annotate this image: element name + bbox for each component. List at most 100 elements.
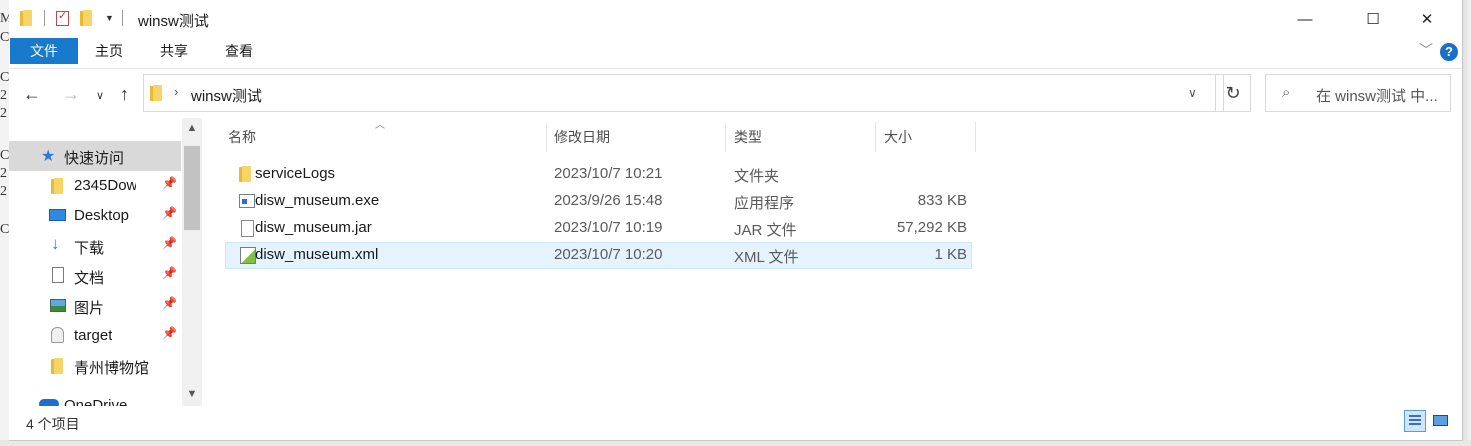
pin-icon: 📌 bbox=[162, 296, 177, 310]
sidebar-item-target[interactable]: target 📌 bbox=[9, 321, 181, 351]
close-button[interactable]: ✕ bbox=[1404, 0, 1450, 38]
help-icon[interactable]: ? bbox=[1440, 43, 1458, 61]
sidebar-item-label: 图片 bbox=[74, 300, 105, 317]
picture-icon bbox=[50, 299, 66, 312]
column-header-size[interactable]: 大小 bbox=[884, 122, 912, 152]
recent-locations-chevron-icon[interactable]: ∨ bbox=[96, 89, 104, 102]
close-icon: ✕ bbox=[1420, 11, 1434, 28]
breadcrumb-chevron-icon[interactable]: › bbox=[174, 84, 178, 99]
sidebar-item-desktop[interactable]: Desktop 📌 bbox=[9, 201, 181, 231]
table-row[interactable]: disw_museum.exe 2023/9/26 15:48 应用程序 833… bbox=[225, 188, 972, 215]
exe-icon bbox=[239, 194, 255, 208]
window-title: winsw测试 bbox=[138, 13, 209, 30]
bg-char: 2 bbox=[0, 166, 7, 181]
sidebar-item-pictures[interactable]: 图片 📌 bbox=[9, 291, 181, 321]
user-folder-icon bbox=[51, 327, 64, 343]
column-header-date[interactable]: 修改日期 bbox=[554, 122, 610, 152]
bg-char: 2 bbox=[0, 184, 7, 199]
file-icon bbox=[241, 220, 254, 237]
scroll-down-chevron-icon[interactable]: ▼ bbox=[182, 388, 202, 400]
search-placeholder: 在 winsw测试 中... bbox=[1316, 88, 1438, 105]
pin-icon: 📌 bbox=[162, 266, 177, 280]
breadcrumb[interactable]: winsw测试 bbox=[191, 85, 262, 106]
star-icon: ★ bbox=[41, 148, 56, 165]
large-icons-view-button[interactable] bbox=[1430, 410, 1452, 432]
file-size: 57,292 KB bbox=[896, 219, 967, 236]
minimize-icon: — bbox=[1297, 10, 1313, 28]
column-divider[interactable] bbox=[546, 122, 547, 152]
sidebar-item-quick-access[interactable]: ★ 快速访问 bbox=[9, 141, 181, 171]
sidebar-item-label: Desktop bbox=[74, 207, 130, 224]
address-bar[interactable]: › winsw测试 ∨ bbox=[143, 74, 1224, 112]
scrollbar-thumb[interactable] bbox=[184, 146, 200, 230]
new-folder-icon[interactable] bbox=[80, 10, 94, 26]
bg-char: C bbox=[0, 222, 10, 237]
sidebar-item-onedrive[interactable]: OneDrive bbox=[9, 391, 181, 406]
nav-scrollbar[interactable]: ▲ ▼ bbox=[182, 118, 202, 406]
pin-icon: 📌 bbox=[162, 236, 177, 250]
bg-char: 2 bbox=[0, 88, 7, 103]
file-date: 2023/10/7 10:19 bbox=[554, 219, 663, 236]
tab-file[interactable]: 文件 bbox=[10, 38, 78, 64]
sidebar-item-label: 快速访问 bbox=[64, 150, 125, 167]
explorer-window: ▼ winsw测试 — ☐ ✕ 文件 主页 共享 查看 ﹀ ? ← → ∨ ↑ … bbox=[9, 0, 1463, 441]
scroll-up-chevron-icon[interactable]: ▲ bbox=[182, 122, 202, 134]
download-icon: ↓ bbox=[51, 234, 60, 253]
xml-icon bbox=[240, 247, 256, 264]
sort-ascending-icon: ︿ bbox=[375, 120, 385, 131]
sidebar-item-downloads[interactable]: ↓ 下载 📌 bbox=[9, 231, 181, 261]
navigation-pane: ★ 快速访问 2345Downlo 📌 Desktop 📌 ↓ 下载 📌 文档 … bbox=[9, 118, 202, 406]
folder-icon bbox=[51, 178, 65, 194]
column-divider[interactable] bbox=[875, 122, 876, 152]
up-arrow-icon[interactable]: ↑ bbox=[120, 84, 129, 105]
sidebar-item-label: 2345Downlo bbox=[74, 177, 136, 194]
maximize-button[interactable]: ☐ bbox=[1350, 0, 1396, 38]
customize-toolbar-chevron-icon[interactable]: ▼ bbox=[105, 13, 114, 23]
cloud-icon bbox=[39, 399, 59, 406]
file-type: 文件夹 bbox=[734, 168, 780, 185]
file-name: disw_museum.exe bbox=[255, 192, 380, 209]
column-divider[interactable] bbox=[975, 122, 976, 152]
divider bbox=[44, 10, 45, 26]
document-icon bbox=[52, 267, 64, 283]
sidebar-item-documents[interactable]: 文档 📌 bbox=[9, 261, 181, 291]
column-divider[interactable] bbox=[725, 122, 726, 152]
file-date: 2023/9/26 15:48 bbox=[554, 192, 663, 209]
sidebar-item-label: target bbox=[74, 327, 113, 344]
sidebar-item-2345downloads[interactable]: 2345Downlo 📌 bbox=[9, 171, 181, 201]
details-view-icon bbox=[1409, 415, 1421, 427]
folder-icon bbox=[239, 166, 253, 182]
sidebar-item-qingzhou-museum[interactable]: 青州博物馆 bbox=[9, 351, 181, 381]
item-count: 4 个项目 bbox=[26, 416, 80, 432]
bg-char: C bbox=[0, 30, 10, 45]
exe-icon-mark bbox=[242, 199, 247, 204]
file-name: disw_museum.jar bbox=[255, 219, 372, 236]
file-size: 1 KB bbox=[934, 246, 967, 263]
ribbon: 文件 主页 共享 查看 ﹀ ? bbox=[9, 38, 1462, 69]
search-input[interactable]: ⌕ 在 winsw测试 中... bbox=[1265, 74, 1451, 112]
tab-view[interactable]: 查看 bbox=[225, 38, 253, 64]
tab-home[interactable]: 主页 bbox=[95, 38, 123, 64]
file-date: 2023/10/7 10:21 bbox=[554, 165, 663, 182]
forward-arrow-icon[interactable]: → bbox=[62, 84, 80, 105]
table-row[interactable]: serviceLogs 2023/10/7 10:21 文件夹 bbox=[225, 161, 972, 188]
details-view-button[interactable] bbox=[1404, 410, 1426, 432]
pin-icon: 📌 bbox=[162, 176, 177, 190]
table-row[interactable]: disw_museum.jar 2023/10/7 10:19 JAR 文件 5… bbox=[225, 215, 972, 242]
column-header-type[interactable]: 类型 bbox=[734, 122, 762, 152]
properties-icon[interactable] bbox=[56, 9, 69, 26]
minimize-button[interactable]: — bbox=[1282, 0, 1328, 38]
refresh-button[interactable]: ↻ bbox=[1215, 74, 1251, 112]
tab-share[interactable]: 共享 bbox=[160, 38, 188, 64]
sidebar-item-label: 下载 bbox=[74, 240, 105, 257]
address-dropdown-chevron-icon[interactable]: ∨ bbox=[1188, 86, 1197, 100]
column-header-name[interactable]: 名称 bbox=[228, 122, 256, 152]
maximize-icon: ☐ bbox=[1366, 11, 1380, 28]
file-size: 833 KB bbox=[917, 192, 967, 209]
folder-icon bbox=[20, 10, 34, 26]
quick-access-toolbar: ▼ bbox=[20, 9, 123, 26]
table-row[interactable]: disw_museum.xml 2023/10/7 10:20 XML 文件 1… bbox=[225, 242, 972, 269]
expand-ribbon-chevron-icon[interactable]: ﹀ bbox=[1419, 40, 1433, 60]
file-name: serviceLogs bbox=[255, 165, 336, 182]
back-arrow-icon[interactable]: ← bbox=[23, 84, 41, 105]
